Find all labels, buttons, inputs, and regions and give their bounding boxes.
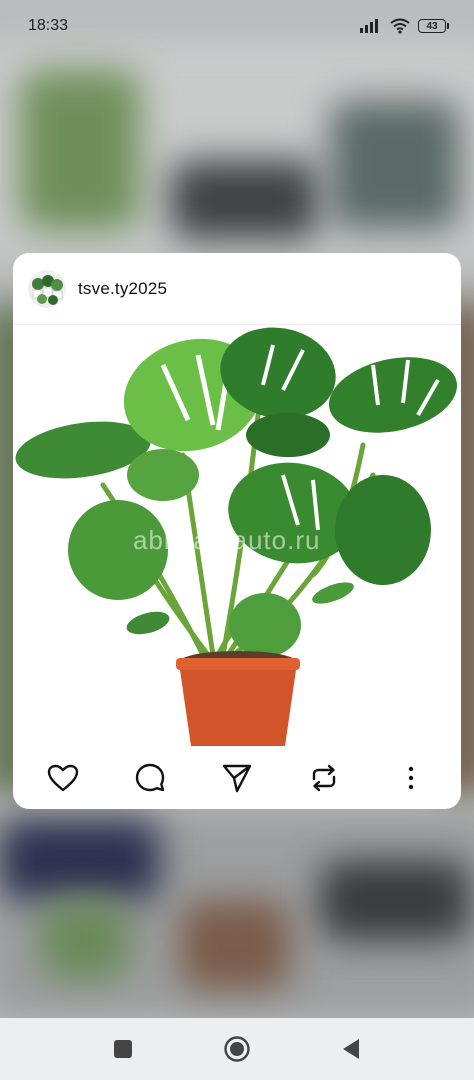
avatar-image [28, 269, 66, 308]
more-icon [409, 766, 414, 789]
status-bar: 18:33 43 [0, 0, 474, 52]
photo-watermark: abkhaz-auto.ru [133, 525, 321, 555]
wifi-icon [390, 18, 410, 34]
battery-level: 43 [426, 20, 438, 32]
back-button[interactable] [336, 1034, 366, 1064]
avatar[interactable] [28, 269, 66, 308]
home-button[interactable] [222, 1034, 252, 1064]
share-button[interactable] [215, 756, 259, 800]
comment-icon [135, 763, 164, 791]
share-icon [222, 764, 252, 792]
system-nav-bar [0, 1018, 474, 1080]
recents-icon [114, 1040, 132, 1058]
post-photo[interactable]: abkhaz-auto.ru [13, 325, 461, 746]
post-card: tsve.ty2025 abkhaz-auto.ru [13, 253, 461, 809]
post-header: tsve.ty2025 [13, 253, 461, 325]
battery-icon: 43 [418, 19, 449, 33]
home-icon [224, 1036, 250, 1062]
back-icon [343, 1039, 359, 1059]
like-button[interactable] [41, 756, 85, 800]
repost-icon [312, 764, 336, 791]
comment-button[interactable] [128, 756, 172, 800]
status-time: 18:33 [28, 17, 69, 34]
repost-button[interactable] [302, 756, 346, 800]
heart-icon [47, 764, 78, 791]
recents-button[interactable] [108, 1034, 138, 1064]
more-button[interactable] [389, 756, 433, 800]
post-actions [13, 746, 461, 809]
post-username[interactable]: tsve.ty2025 [78, 279, 167, 299]
signal-icon [360, 19, 378, 33]
status-icons: 43 [360, 18, 449, 34]
